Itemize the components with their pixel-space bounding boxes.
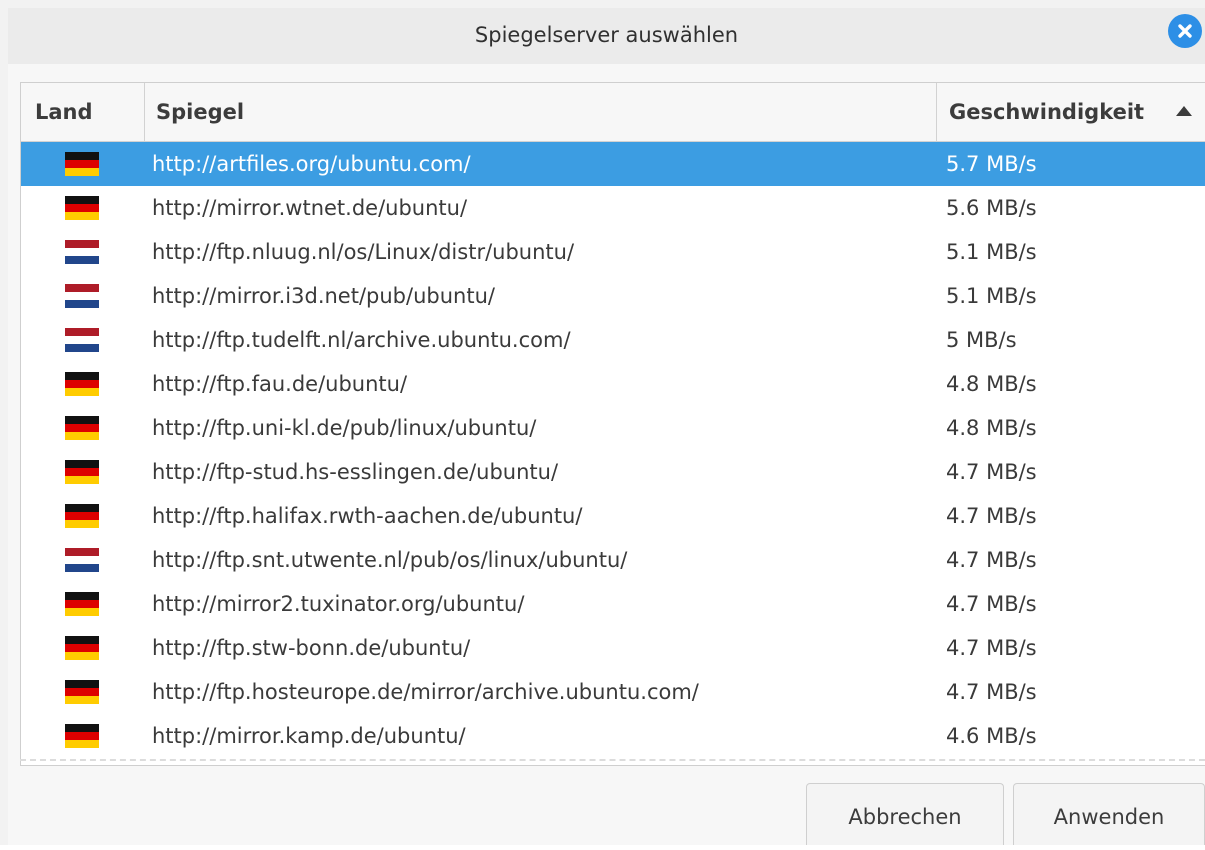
mirror-speed: 4.7 MB/s — [946, 680, 1037, 704]
germany-flag-icon — [65, 416, 99, 440]
mirror-speed: 4.8 MB/s — [946, 416, 1037, 440]
table-row[interactable]: http://ftp-stud.hs-esslingen.de/ubuntu/4… — [21, 450, 1205, 494]
germany-flag-icon — [65, 680, 99, 704]
list-header: Land Spiegel Geschwindigkeit — [21, 83, 1205, 142]
mirror-speed: 5.6 MB/s — [946, 196, 1037, 220]
list-scroll-edge — [20, 759, 1205, 761]
mirror-url: http://ftp.snt.utwente.nl/pub/os/linux/u… — [152, 548, 628, 572]
mirror-url: http://mirror.i3d.net/pub/ubuntu/ — [152, 284, 495, 308]
netherlands-flag-icon — [65, 548, 99, 572]
table-row[interactable]: http://ftp.nluug.nl/os/Linux/distr/ubunt… — [21, 230, 1205, 274]
mirror-url: http://ftp.fau.de/ubuntu/ — [152, 372, 408, 396]
table-row[interactable]: http://mirror.wtnet.de/ubuntu/5.6 MB/s — [21, 186, 1205, 230]
close-button[interactable] — [1168, 14, 1202, 48]
table-row[interactable]: http://ftp.tudelft.nl/archive.ubuntu.com… — [21, 318, 1205, 362]
column-header-spiegel[interactable]: Spiegel — [156, 83, 244, 141]
germany-flag-icon — [65, 592, 99, 616]
column-header-land[interactable]: Land — [35, 83, 93, 141]
mirror-speed: 4.6 MB/s — [946, 724, 1037, 748]
mirror-speed: 5.1 MB/s — [946, 240, 1037, 264]
germany-flag-icon — [65, 460, 99, 484]
table-row[interactable]: http://ftp.halifax.rwth-aachen.de/ubuntu… — [21, 494, 1205, 538]
table-row[interactable]: http://mirror2.tuxinator.org/ubuntu/4.7 … — [21, 582, 1205, 626]
mirror-speed: 4.8 MB/s — [946, 372, 1037, 396]
dialog-title: Spiegelserver auswählen — [474, 23, 739, 47]
mirror-url: http://ftp-stud.hs-esslingen.de/ubuntu/ — [152, 460, 559, 484]
netherlands-flag-icon — [65, 240, 99, 264]
netherlands-flag-icon — [65, 284, 99, 308]
mirror-url: http://ftp.uni-kl.de/pub/linux/ubuntu/ — [152, 416, 537, 440]
mirror-url: http://ftp.nluug.nl/os/Linux/distr/ubunt… — [152, 240, 575, 264]
mirror-url: http://mirror2.tuxinator.org/ubuntu/ — [152, 592, 525, 616]
mirror-url: http://mirror.kamp.de/ubuntu/ — [152, 724, 466, 748]
germany-flag-icon — [65, 372, 99, 396]
netherlands-flag-icon — [65, 328, 99, 352]
mirror-dialog: Spiegelserver auswählen Land Spiegel Ges… — [0, 0, 1205, 845]
table-row[interactable]: http://ftp.stw-bonn.de/ubuntu/4.7 MB/s — [21, 626, 1205, 670]
close-icon — [1178, 24, 1192, 38]
table-row[interactable]: http://ftp.snt.utwente.nl/pub/os/linux/u… — [21, 538, 1205, 582]
column-separator[interactable] — [936, 83, 937, 141]
table-row[interactable]: http://mirror.kamp.de/ubuntu/4.6 MB/s — [21, 714, 1205, 758]
mirror-speed: 4.7 MB/s — [946, 460, 1037, 484]
mirror-speed: 4.7 MB/s — [946, 548, 1037, 572]
germany-flag-icon — [65, 196, 99, 220]
mirror-speed: 5 MB/s — [946, 328, 1017, 352]
mirror-speed: 4.7 MB/s — [946, 504, 1037, 528]
table-row[interactable]: http://ftp.uni-kl.de/pub/linux/ubuntu/4.… — [21, 406, 1205, 450]
title-bar: Spiegelserver auswählen — [8, 8, 1205, 64]
mirror-url: http://ftp.hosteurope.de/mirror/archive.… — [152, 680, 699, 704]
mirror-url: http://ftp.halifax.rwth-aachen.de/ubuntu… — [152, 504, 583, 528]
mirror-speed: 4.7 MB/s — [946, 592, 1037, 616]
mirror-speed: 5.7 MB/s — [946, 152, 1037, 176]
table-row[interactable]: http://ftp.fau.de/ubuntu/4.8 MB/s — [21, 362, 1205, 406]
germany-flag-icon — [65, 724, 99, 748]
mirror-url: http://mirror.wtnet.de/ubuntu/ — [152, 196, 468, 220]
mirror-url: http://artfiles.org/ubuntu.com/ — [152, 152, 471, 176]
table-row[interactable]: http://ftp.hosteurope.de/mirror/archive.… — [21, 670, 1205, 714]
mirror-url: http://ftp.stw-bonn.de/ubuntu/ — [152, 636, 471, 660]
cancel-button[interactable]: Abbrechen — [806, 783, 1004, 845]
mirror-list[interactable]: Land Spiegel Geschwindigkeit http://artf… — [20, 82, 1205, 766]
germany-flag-icon — [65, 152, 99, 176]
apply-button[interactable]: Anwenden — [1013, 783, 1205, 845]
table-row[interactable]: http://mirror.i3d.net/pub/ubuntu/5.1 MB/… — [21, 274, 1205, 318]
mirror-speed: 4.7 MB/s — [946, 636, 1037, 660]
germany-flag-icon — [65, 636, 99, 660]
germany-flag-icon — [65, 504, 99, 528]
mirror-url: http://ftp.tudelft.nl/archive.ubuntu.com… — [152, 328, 571, 352]
column-separator[interactable] — [144, 83, 145, 141]
column-header-speed[interactable]: Geschwindigkeit — [949, 83, 1144, 141]
mirror-speed: 5.1 MB/s — [946, 284, 1037, 308]
sort-ascending-icon — [1176, 106, 1192, 116]
table-row[interactable]: http://artfiles.org/ubuntu.com/5.7 MB/s — [21, 142, 1205, 186]
